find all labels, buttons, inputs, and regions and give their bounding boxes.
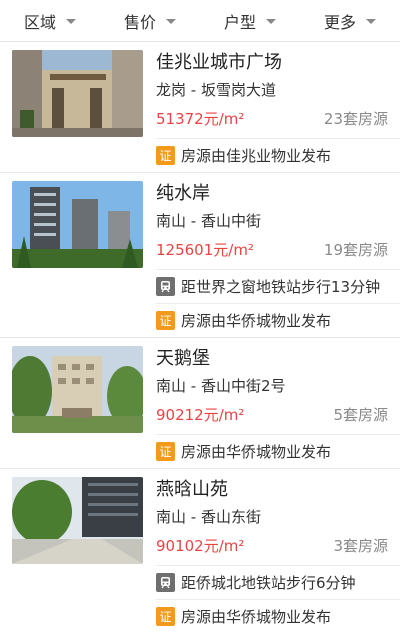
listing-item[interactable]: 纯水岸 南山 - 香山中街 125601元/m² 19套房源 距世界之窗地铁站步… [0, 173, 400, 338]
publisher-text: 房源由华侨城物业发布 [181, 312, 332, 330]
publisher-text: 房源由佳兆业物业发布 [181, 147, 332, 165]
listing-title: 天鹅堡 [156, 348, 210, 369]
publisher-tag: 证 房源由佳兆业物业发布 [156, 138, 400, 172]
listing-count: 3套房源 [333, 536, 388, 555]
listing-item[interactable]: 燕晗山苑 南山 - 香山东街 90102元/m² 3套房源 距侨城北地铁站步行6… [0, 469, 400, 633]
publisher-text: 房源由华侨城物业发布 [181, 608, 332, 626]
certificate-badge-icon: 证 [156, 607, 175, 626]
listing-location: 南山 - 香山东街 [156, 508, 261, 526]
chevron-down-icon [166, 19, 176, 24]
filter-layout-label: 户型 [223, 12, 256, 32]
filter-price[interactable]: 售价 [100, 0, 200, 41]
filter-bar: 区域 售价 户型 更多 [0, 0, 400, 42]
price-row: 90212元/m² 5套房源 [156, 400, 388, 428]
chevron-down-icon [366, 19, 376, 24]
metro-tag: 距侨城北地铁站步行6分钟 [156, 565, 400, 599]
listing-photo [12, 477, 143, 564]
listing-photo [12, 50, 143, 137]
listing-photo [12, 346, 143, 433]
filter-layout[interactable]: 户型 [200, 0, 300, 41]
chevron-down-icon [266, 19, 276, 24]
listing-location: 南山 - 香山中街2号 [156, 377, 286, 395]
price-row: 125601元/m² 19套房源 [156, 235, 388, 263]
publisher-tag: 证 房源由华侨城物业发布 [156, 434, 400, 468]
publisher-text: 房源由华侨城物业发布 [181, 443, 332, 461]
listing-price: 125601元/m² [156, 240, 254, 259]
filter-area-label: 区域 [23, 12, 56, 32]
certificate-badge-icon: 证 [156, 311, 175, 330]
certificate-badge-icon: 证 [156, 442, 175, 461]
listing-price: 90102元/m² [156, 536, 245, 555]
listing-price: 51372元/m² [156, 109, 245, 128]
metro-text: 距侨城北地铁站步行6分钟 [181, 574, 356, 592]
price-row: 51372元/m² 23套房源 [156, 104, 388, 132]
listing-title: 燕晗山苑 [156, 479, 228, 500]
listing-item[interactable]: 佳兆业城市广场 龙岗 - 坂雪岗大道 51372元/m² 23套房源 证 房源由… [0, 42, 400, 173]
publisher-tag: 证 房源由华侨城物业发布 [156, 599, 400, 633]
listing-location: 龙岗 - 坂雪岗大道 [156, 81, 276, 99]
certificate-badge-icon: 证 [156, 146, 175, 165]
filter-more-label: 更多 [323, 12, 356, 32]
listing-item[interactable]: 天鹅堡 南山 - 香山中街2号 90212元/m² 5套房源 证 房源由华侨城物… [0, 338, 400, 469]
metro-train-icon [156, 277, 175, 296]
listing-price: 90212元/m² [156, 405, 245, 424]
listing-title: 纯水岸 [156, 183, 210, 204]
chevron-down-icon [66, 19, 76, 24]
listing-count: 5套房源 [333, 405, 388, 424]
listing-photo [12, 181, 143, 268]
metro-train-icon [156, 573, 175, 592]
filter-area[interactable]: 区域 [0, 0, 100, 41]
metro-text: 距世界之窗地铁站步行13分钟 [181, 278, 381, 296]
price-row: 90102元/m² 3套房源 [156, 531, 388, 559]
listing-count: 23套房源 [323, 109, 388, 128]
listing-location: 南山 - 香山中街 [156, 212, 261, 230]
publisher-tag: 证 房源由华侨城物业发布 [156, 303, 400, 337]
metro-tag: 距世界之窗地铁站步行13分钟 [156, 269, 400, 303]
filter-more[interactable]: 更多 [300, 0, 400, 41]
filter-price-label: 售价 [123, 12, 156, 32]
listing-title: 佳兆业城市广场 [156, 52, 282, 73]
listing-count: 19套房源 [323, 240, 388, 259]
